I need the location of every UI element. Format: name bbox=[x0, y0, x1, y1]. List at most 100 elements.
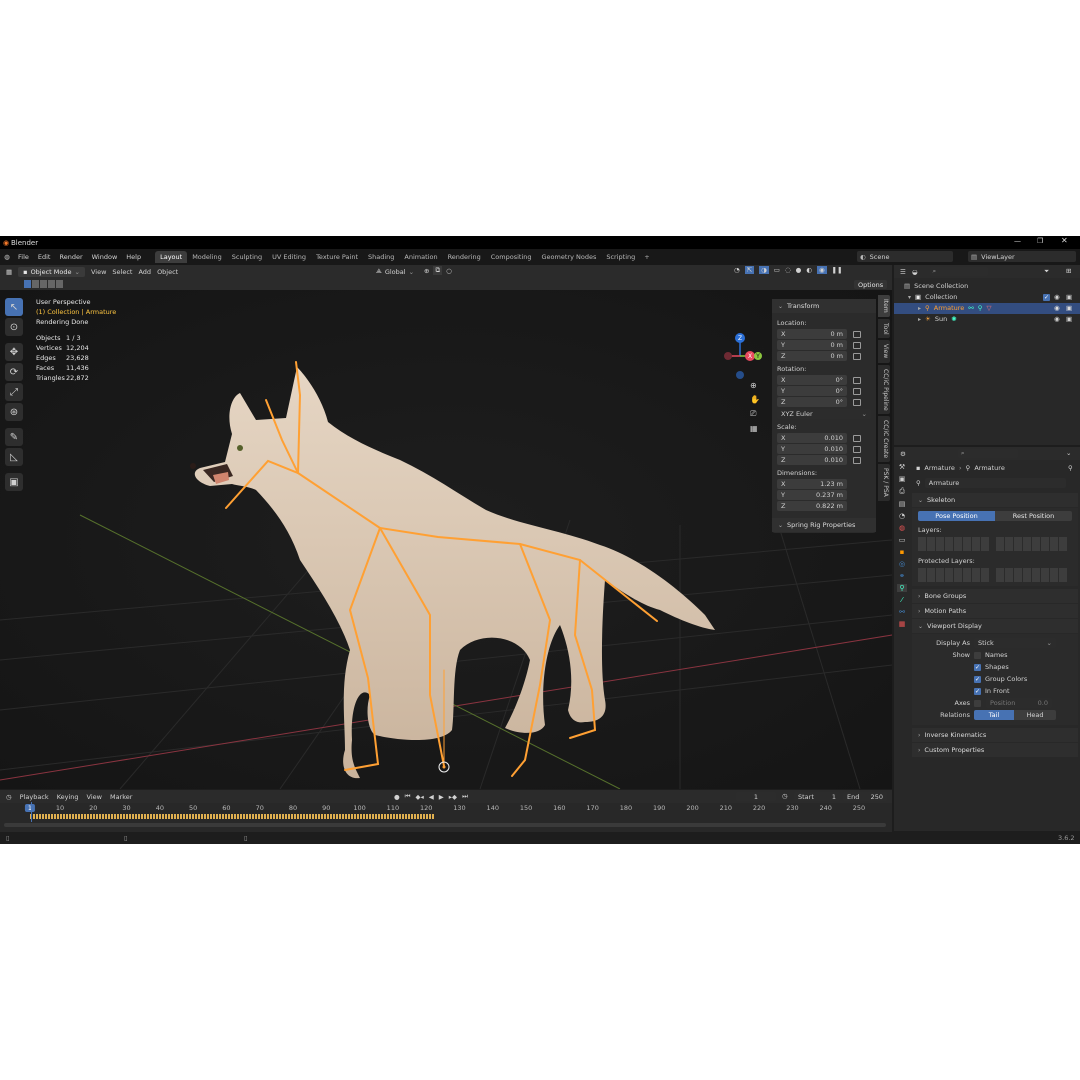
timeline-view-menu[interactable]: View bbox=[87, 793, 102, 801]
outliner-item-armature[interactable]: ▸ ⚲ Armature ⚯ ⚲ ▽ ◉ ▣ bbox=[894, 303, 1080, 314]
eye-icon[interactable]: ◉ bbox=[1054, 314, 1060, 325]
physics-tab-icon[interactable]: ◎ bbox=[899, 560, 905, 568]
object-tab-icon[interactable]: ▪ bbox=[900, 548, 905, 556]
start-frame-field[interactable]: Start 1 bbox=[794, 792, 840, 801]
eye-icon[interactable]: ◉ bbox=[1054, 303, 1060, 314]
timeline-editor-icon[interactable]: ◷ bbox=[6, 793, 12, 801]
add-cube-tool-icon[interactable]: ▣ bbox=[5, 473, 23, 491]
sidebar-tab-psk-psa[interactable]: PSK / PSA bbox=[878, 464, 890, 502]
snap-icon[interactable]: ⧉ bbox=[433, 266, 443, 275]
stopwatch-icon[interactable]: ◷ bbox=[782, 792, 788, 800]
transform-header[interactable]: ⌄ Transform bbox=[772, 299, 876, 313]
close-button[interactable]: ✕ bbox=[1061, 236, 1068, 245]
show-names-checkbox[interactable] bbox=[974, 651, 981, 659]
prev-keyframe-icon[interactable]: ◆◂ bbox=[416, 793, 424, 801]
workspace-tab-compositing[interactable]: Compositing bbox=[486, 251, 537, 263]
show-shapes-checkbox[interactable] bbox=[974, 663, 981, 671]
workspace-tab-modeling[interactable]: Modeling bbox=[187, 251, 227, 263]
output-tab-icon[interactable]: ⎙ bbox=[899, 487, 905, 496]
select-subtract-icon[interactable] bbox=[40, 280, 47, 288]
skeleton-header[interactable]: ⌄ Skeleton bbox=[912, 493, 1078, 507]
lock-icon[interactable] bbox=[853, 341, 861, 349]
outliner-item-sun[interactable]: ▸ ☀ Sun ✺ ◉ ▣ bbox=[894, 314, 1080, 325]
options-dropdown[interactable]: Options bbox=[854, 280, 888, 289]
pause-render-icon[interactable]: ❚❚ bbox=[832, 266, 843, 274]
lock-icon[interactable] bbox=[853, 352, 861, 360]
camera-view-icon[interactable]: ⎚ bbox=[750, 409, 760, 419]
location-y-field[interactable]: Y 0 m bbox=[777, 340, 847, 350]
play-icon[interactable]: ▶ bbox=[439, 793, 444, 801]
pivot-icon[interactable]: ⊕ bbox=[424, 267, 429, 275]
lock-icon[interactable] bbox=[853, 398, 861, 406]
show-in-front-checkbox[interactable] bbox=[974, 687, 981, 695]
marker-menu[interactable]: Marker bbox=[110, 793, 132, 801]
rotate-tool-icon[interactable]: ⟳ bbox=[5, 363, 23, 381]
scene-selector[interactable]: ◐ Scene bbox=[857, 251, 953, 262]
display-as-dropdown[interactable]: Stick ⌄ bbox=[974, 638, 1056, 648]
scale-x-field[interactable]: X 0.010 bbox=[777, 433, 847, 443]
expand-arrow-icon[interactable]: ▾ bbox=[908, 292, 911, 303]
expand-arrow-icon[interactable]: ▸ bbox=[918, 303, 921, 314]
lock-icon[interactable] bbox=[853, 387, 861, 395]
camera-icon[interactable]: ▣ bbox=[1066, 292, 1072, 303]
visibility-icon[interactable]: ◔ bbox=[734, 266, 740, 274]
menu-help[interactable]: Help bbox=[126, 253, 141, 261]
texture-tab-icon[interactable]: ▦ bbox=[899, 620, 906, 628]
outliner-editor-icon[interactable]: ☰ bbox=[900, 268, 906, 276]
new-collection-icon[interactable]: ⊞ bbox=[1066, 267, 1071, 275]
add-menu[interactable]: Add bbox=[138, 268, 151, 276]
axes-checkbox[interactable] bbox=[974, 699, 981, 707]
rotation-x-field[interactable]: X 0° bbox=[777, 375, 847, 385]
world-tab-icon[interactable]: ◍ bbox=[899, 524, 905, 532]
end-frame-field[interactable]: End 250 bbox=[843, 792, 887, 801]
select-box-tool-icon[interactable]: ↖ bbox=[5, 298, 23, 316]
scale-z-field[interactable]: Z 0.010 bbox=[777, 455, 847, 465]
proportional-edit-icon[interactable]: ○ bbox=[446, 267, 452, 275]
location-z-field[interactable]: Z 0 m bbox=[777, 351, 847, 361]
cursor-tool-icon[interactable]: ⊙ bbox=[5, 318, 23, 336]
overlay-toggle-icon[interactable]: ◑ bbox=[759, 266, 769, 274]
bone-groups-header[interactable]: › Bone Groups bbox=[912, 589, 1078, 603]
collection-exclude-checkbox[interactable] bbox=[1043, 294, 1050, 301]
frame-ruler[interactable]: 1 10 20 30 40 50 60 70 80 90 100 110 120 130 140 150 160… bbox=[0, 804, 892, 814]
transform-tool-icon[interactable]: ⊛ bbox=[5, 403, 23, 421]
chevron-down-icon[interactable]: ⌄ bbox=[1066, 449, 1071, 457]
motion-paths-header[interactable]: › Motion Paths bbox=[912, 604, 1078, 618]
move-tool-icon[interactable]: ✥ bbox=[5, 343, 23, 361]
dimensions-y-field[interactable]: Y 0.237 m bbox=[777, 490, 847, 500]
rendered-shading-icon[interactable]: ◉ bbox=[816, 266, 827, 274]
blender-menu-icon[interactable]: ◍ bbox=[0, 253, 14, 261]
playback-menu[interactable]: Playback bbox=[20, 793, 49, 801]
workspace-tab-rendering[interactable]: Rendering bbox=[443, 251, 486, 263]
scene-collection-row[interactable]: ▤ Scene Collection bbox=[894, 281, 1080, 292]
properties-editor-icon[interactable]: ⚙ bbox=[900, 450, 906, 458]
workspace-tab-shading[interactable]: Shading bbox=[363, 251, 399, 263]
workspace-tab-texture-paint[interactable]: Texture Paint bbox=[311, 251, 363, 263]
object-menu[interactable]: Object bbox=[157, 268, 178, 276]
collection-tab-icon[interactable]: ▭ bbox=[899, 536, 906, 544]
mode-dropdown[interactable]: ▪ Object Mode ⌄ bbox=[18, 266, 85, 277]
scale-tool-icon[interactable]: ⤢ bbox=[5, 383, 23, 401]
custom-properties-header[interactable]: › Custom Properties bbox=[912, 743, 1078, 757]
render-tab-icon[interactable]: ▣ bbox=[899, 475, 906, 483]
sidebar-tab-tool[interactable]: Tool bbox=[878, 318, 890, 339]
layers-grid[interactable] bbox=[918, 537, 1072, 551]
viewport-display-header[interactable]: ⌄ Viewport Display bbox=[912, 619, 1078, 633]
lock-icon[interactable] bbox=[853, 445, 861, 453]
rest-position-button[interactable]: Rest Position bbox=[995, 511, 1072, 521]
constraints-tab-icon[interactable]: ⚭ bbox=[899, 572, 905, 580]
workspace-tab-animation[interactable]: Animation bbox=[399, 251, 442, 263]
next-keyframe-icon[interactable]: ▸◆ bbox=[449, 793, 457, 801]
eye-icon[interactable]: ◉ bbox=[1054, 292, 1060, 303]
outliner-search[interactable]: ⌕ bbox=[929, 267, 988, 276]
viewport-3d[interactable]: ▦ ▪ Object Mode ⌄ View Select Add Object… bbox=[0, 265, 892, 789]
armature-data-tab-icon[interactable]: ⚲ bbox=[897, 584, 907, 592]
workspace-tab-sculpting[interactable]: Sculpting bbox=[227, 251, 267, 263]
timeline-scrollbar[interactable] bbox=[4, 823, 886, 827]
axes-position-field[interactable]: Position 0.0 bbox=[986, 698, 1052, 708]
measure-tool-icon[interactable]: ◺ bbox=[5, 448, 23, 466]
keying-menu[interactable]: Keying bbox=[57, 793, 79, 801]
protected-layers-grid[interactable] bbox=[918, 568, 1072, 582]
scale-y-field[interactable]: Y 0.010 bbox=[777, 444, 847, 454]
select-extend-icon[interactable] bbox=[32, 280, 39, 288]
